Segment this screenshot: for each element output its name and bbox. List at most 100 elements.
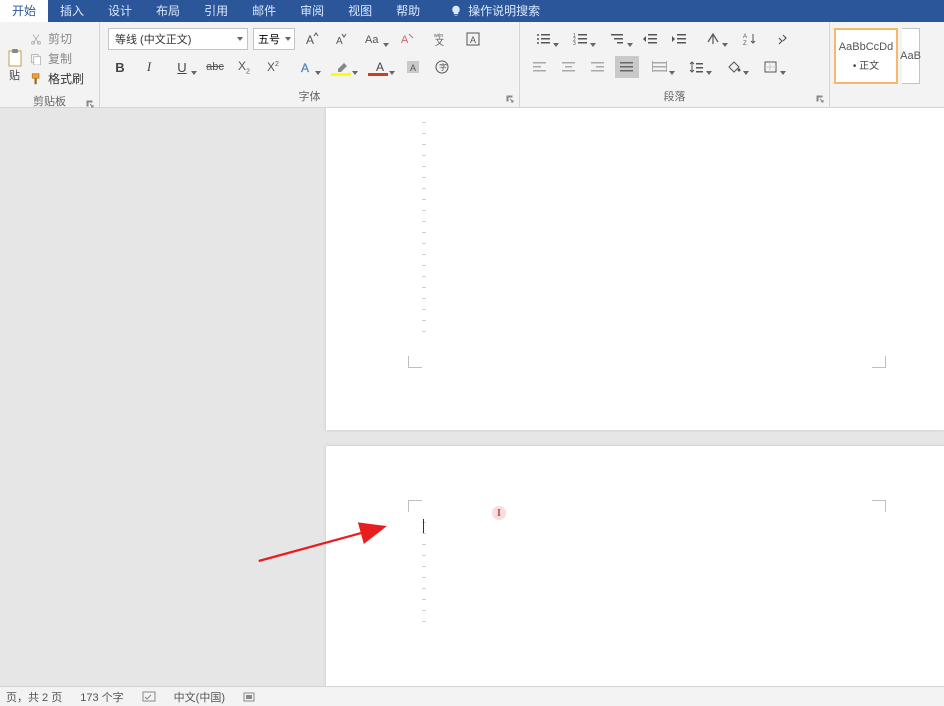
chevron-down-icon <box>383 43 389 47</box>
font-color-button[interactable]: A <box>364 56 396 78</box>
font-size-select[interactable]: 五号 <box>253 28 295 50</box>
paste-button[interactable]: 贴 <box>6 26 24 87</box>
shrink-font-button[interactable]: A <box>329 28 353 50</box>
justify-button[interactable] <box>615 56 639 78</box>
tab-mailings[interactable]: 邮件 <box>240 0 288 22</box>
margin-mark-icon <box>408 356 422 368</box>
change-case-icon: Aa <box>364 31 384 47</box>
tab-review[interactable]: 审阅 <box>288 0 336 22</box>
tell-me-search[interactable]: 操作说明搜索 <box>438 0 552 22</box>
borders-button[interactable] <box>755 56 787 78</box>
numbering-button[interactable]: 123 <box>565 28 597 50</box>
cut-button[interactable]: 剪切 <box>30 30 84 47</box>
sort-button[interactable]: AZ <box>734 28 766 50</box>
align-right-button[interactable] <box>586 56 610 78</box>
chevron-down-icon <box>722 43 728 47</box>
tab-layout[interactable]: 布局 <box>144 0 192 22</box>
superscript-button[interactable]: X2 <box>261 56 285 78</box>
phonetic-icon: wén文 <box>432 31 448 47</box>
highlight-button[interactable] <box>327 56 359 78</box>
svg-text:3: 3 <box>573 41 576 46</box>
svg-text:A: A <box>306 33 314 47</box>
page-2[interactable]: I <box>326 446 944 686</box>
style-normal[interactable]: AaBbCcDd • 正文 <box>834 28 898 84</box>
tab-insert[interactable]: 插入 <box>48 0 96 22</box>
svg-text:Z: Z <box>743 41 747 46</box>
subscript-button[interactable]: X2 <box>232 56 256 78</box>
grow-font-icon: A <box>304 31 320 47</box>
navigation-pane-placeholder <box>0 124 324 686</box>
lightbulb-icon <box>450 5 462 17</box>
bold-button[interactable]: B <box>108 56 132 78</box>
asian-layout-button[interactable] <box>697 28 729 50</box>
line-spacing-button[interactable] <box>681 56 713 78</box>
font-group: 等线 (中文正文) 五号 A A Aa A <box>100 22 520 107</box>
increase-indent-icon <box>672 32 688 46</box>
char-border-button[interactable]: A <box>461 28 485 50</box>
page-1[interactable] <box>326 108 944 430</box>
macro-status[interactable] <box>243 691 257 703</box>
word-count-status[interactable]: 173 个字 <box>80 689 123 705</box>
chevron-down-icon <box>315 71 321 75</box>
margin-mark-icon <box>872 356 886 368</box>
tab-view[interactable]: 视图 <box>336 0 384 22</box>
distribute-icon <box>652 60 668 74</box>
font-name-select[interactable]: 等线 (中文正文) <box>108 28 248 50</box>
font-dialog-launcher[interactable] <box>505 94 515 104</box>
copy-label: 复制 <box>48 50 72 67</box>
increase-indent-button[interactable] <box>668 28 692 50</box>
char-border-icon: A <box>465 31 481 47</box>
chevron-down-icon <box>627 43 633 47</box>
tab-references[interactable]: 引用 <box>192 0 240 22</box>
chevron-down-icon <box>191 71 197 75</box>
paragraph-dialog-launcher[interactable] <box>815 94 825 104</box>
bullets-button[interactable] <box>528 28 560 50</box>
align-left-button[interactable] <box>528 56 552 78</box>
align-center-button[interactable] <box>557 56 581 78</box>
document-area: I <box>0 108 944 686</box>
strikethrough-button[interactable]: abc <box>203 56 227 78</box>
chevron-down-icon <box>669 71 675 75</box>
spellcheck-status[interactable] <box>142 691 156 703</box>
style-next[interactable]: AaB <box>902 28 920 84</box>
svg-text:A: A <box>410 63 416 73</box>
clear-format-icon: A <box>399 31 415 47</box>
distribute-button[interactable] <box>644 56 676 78</box>
svg-text:文: 文 <box>435 36 444 47</box>
chevron-down-icon <box>780 71 786 75</box>
chevron-down-icon <box>706 71 712 75</box>
status-bar: 页，共 2 页 173 个字 中文(中国) <box>0 686 944 706</box>
font-size-value: 五号 <box>258 31 280 47</box>
menu-bar: 开始 插入 设计 布局 引用 邮件 审阅 视图 帮助 操作说明搜索 <box>0 0 944 22</box>
style-name-text: • 正文 <box>853 57 879 72</box>
copy-button[interactable]: 复制 <box>30 50 84 67</box>
underline-button[interactable]: U <box>166 56 198 78</box>
tab-home[interactable]: 开始 <box>0 0 48 22</box>
decrease-indent-button[interactable] <box>639 28 663 50</box>
tab-design[interactable]: 设计 <box>96 0 144 22</box>
macro-record-icon <box>243 691 257 703</box>
show-marks-button[interactable] <box>771 28 795 50</box>
clear-formatting-button[interactable]: A <box>395 28 419 50</box>
shrink-font-icon: A <box>333 31 349 47</box>
text-effects-button[interactable]: A <box>290 56 322 78</box>
phonetic-guide-button[interactable]: wén文 <box>424 28 456 50</box>
tab-help[interactable]: 帮助 <box>384 0 432 22</box>
format-painter-button[interactable]: 格式刷 <box>30 70 84 87</box>
svg-text:A: A <box>470 35 476 45</box>
text-effects-icon: A <box>298 59 314 75</box>
highlight-color-swatch <box>331 73 351 76</box>
change-case-button[interactable]: Aa <box>358 28 390 50</box>
multilevel-list-button[interactable] <box>602 28 634 50</box>
shading-button[interactable] <box>718 56 750 78</box>
enclose-char-button[interactable]: 字 <box>430 56 454 78</box>
language-status[interactable]: 中文(中国) <box>174 689 225 705</box>
format-painter-label: 格式刷 <box>48 70 84 87</box>
svg-text:A: A <box>301 61 309 75</box>
enclose-char-icon: 字 <box>434 59 450 75</box>
char-shading-button[interactable]: A <box>401 56 425 78</box>
grow-font-button[interactable]: A <box>300 28 324 50</box>
page-count-status[interactable]: 页，共 2 页 <box>6 689 62 705</box>
svg-text:A: A <box>401 34 409 46</box>
italic-button[interactable]: I <box>137 56 161 78</box>
